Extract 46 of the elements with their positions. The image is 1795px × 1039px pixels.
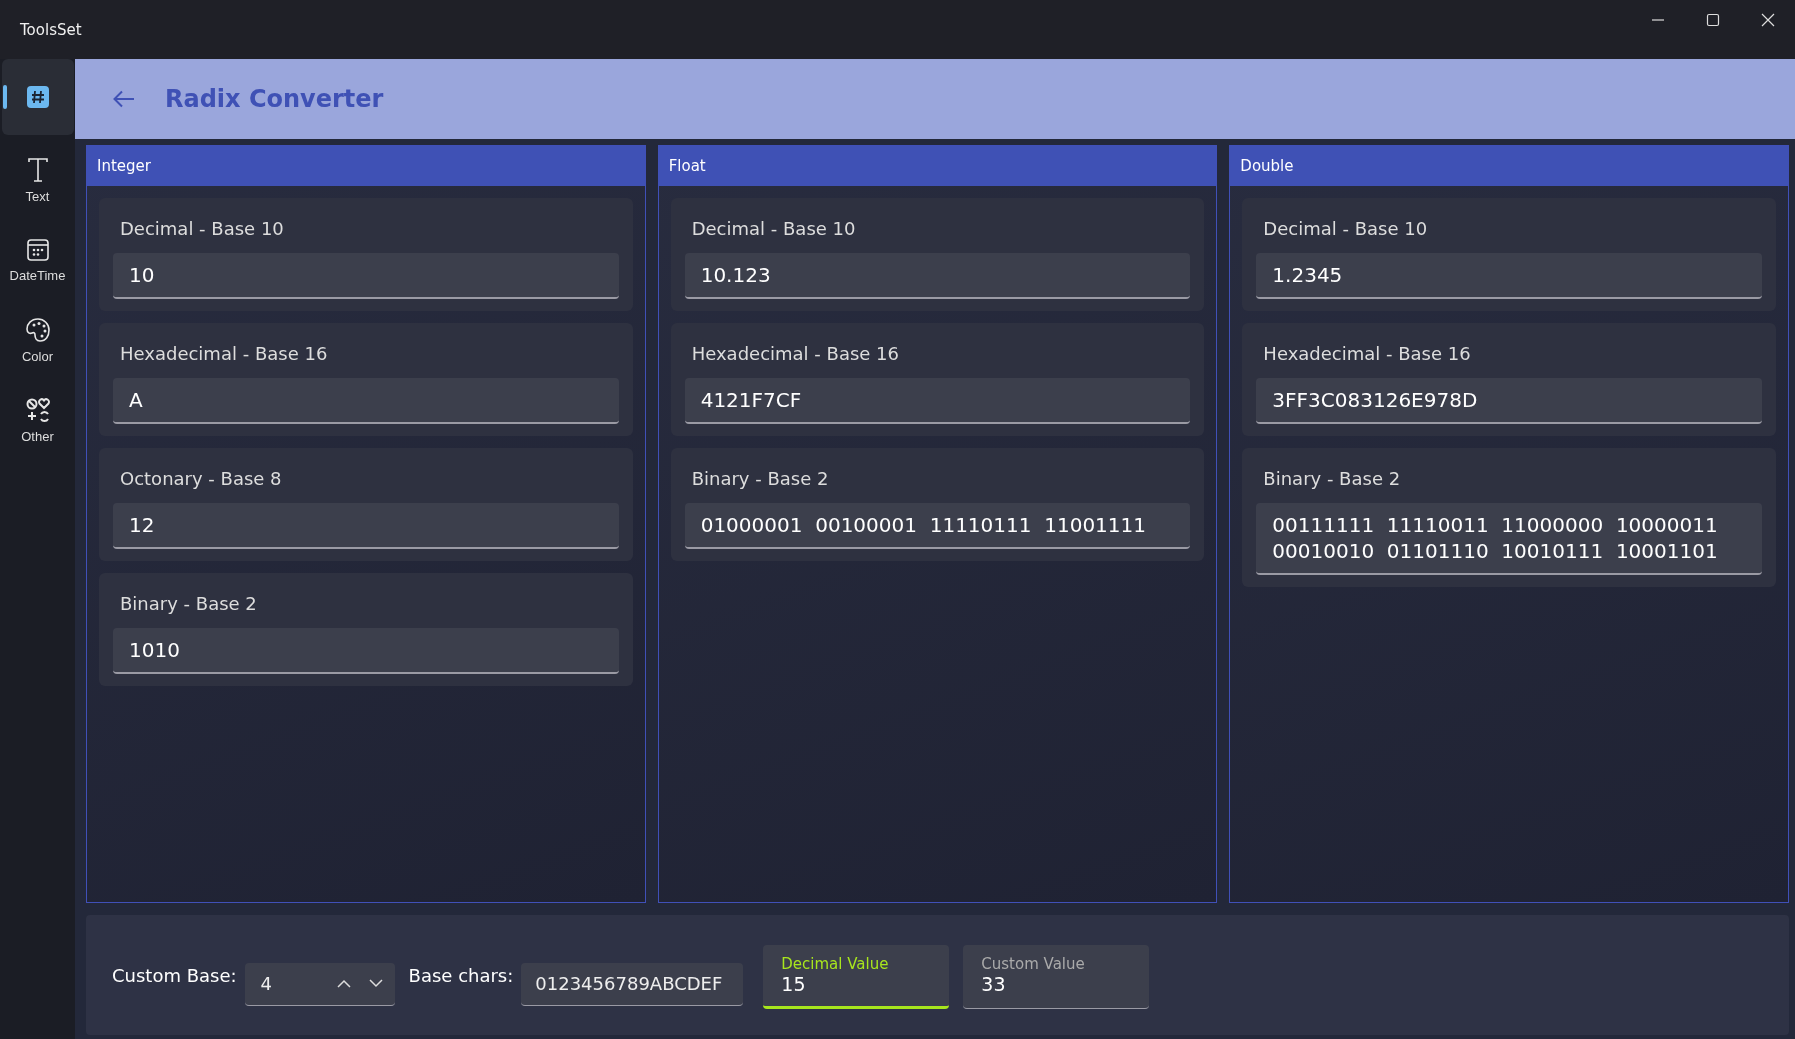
value-field[interactable]: 1.2345: [1256, 253, 1762, 299]
value-field[interactable]: 12: [113, 503, 619, 549]
field-label: Hexadecimal - Base 16: [690, 343, 900, 364]
nav-item[interactable]: Color: [1, 301, 74, 379]
field-label: Octonary - Base 8: [119, 468, 283, 489]
chevron-up-icon[interactable]: [336, 979, 351, 988]
field-label: Decimal - Base 10: [119, 218, 285, 239]
nav-item[interactable]: Other: [1, 381, 74, 459]
value-field[interactable]: 00111111 11110011 11000000 10000011 00010010 01101110 10010111 10001101: [1256, 503, 1762, 575]
hash-icon: [25, 85, 50, 109]
field-label: Binary - Base 2: [1262, 468, 1402, 489]
field-label: Binary - Base 2: [690, 468, 830, 489]
value-field[interactable]: 1010: [113, 628, 619, 674]
field-label: Hexadecimal - Base 16: [1262, 343, 1472, 364]
field-label: Hexadecimal - Base 16: [119, 343, 329, 364]
base-chars-label: Base chars:: [408, 964, 514, 986]
field-label: Decimal - Base 10: [690, 218, 857, 239]
page-title: Radix Converter: [165, 85, 384, 113]
field-label: Binary - Base 2: [119, 593, 258, 614]
value-field[interactable]: 4121F7CF: [684, 378, 1191, 424]
window-title: ToolsSet: [20, 20, 82, 39]
custom-base-spinner[interactable]: 4: [244, 962, 395, 1006]
calendar-icon: [25, 237, 50, 262]
palette-icon: [24, 316, 51, 343]
letter-icon: [25, 156, 50, 183]
shapes-icon: [24, 396, 51, 423]
value-field[interactable]: Decimal Value 15: [763, 945, 950, 1009]
value-field[interactable]: Custom Value 33: [963, 945, 1150, 1009]
nav-item[interactable]: Text: [1, 141, 74, 219]
field-label: Decimal - Base 10: [1262, 218, 1429, 239]
base-chars-field[interactable]: 0123456789ABCDEF: [521, 962, 744, 1006]
maximize-icon[interactable]: [1705, 13, 1720, 27]
section-title: Double: [1230, 146, 1788, 186]
section-title: Integer: [87, 146, 645, 186]
value-field[interactable]: 01000001 00100001 11110111 11001111: [684, 503, 1191, 549]
nav-item[interactable]: DateTime: [1, 221, 74, 299]
value-field[interactable]: 10.123: [684, 253, 1191, 299]
custom-base-label: Custom Base:: [112, 964, 237, 986]
value-field[interactable]: A: [113, 378, 619, 424]
value-field[interactable]: 3FF3C083126E978D: [1256, 378, 1762, 424]
chevron-down-icon[interactable]: [368, 979, 383, 988]
value-field[interactable]: 10: [113, 253, 619, 299]
back-arrow-icon[interactable]: [113, 90, 135, 108]
close-icon[interactable]: [1760, 13, 1775, 27]
nav-item[interactable]: [1, 59, 74, 135]
section-title: Float: [658, 146, 1217, 186]
